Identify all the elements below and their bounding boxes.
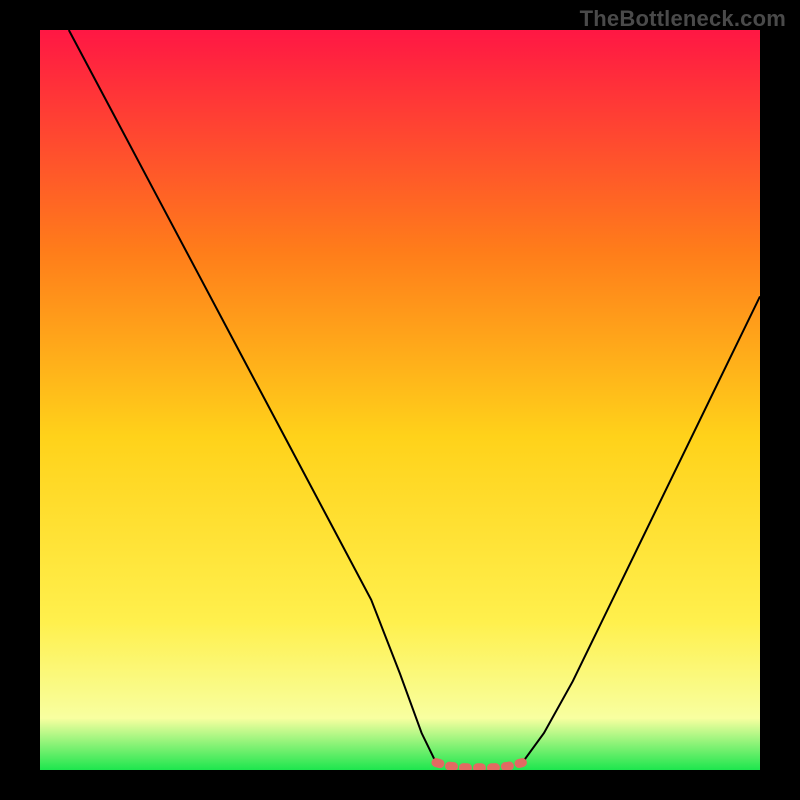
valley-marker-curve <box>436 763 522 768</box>
chart-frame: TheBottleneck.com <box>0 0 800 800</box>
watermark-text: TheBottleneck.com <box>580 6 786 32</box>
plot-area <box>40 30 760 770</box>
left-branch-curve <box>69 30 436 763</box>
curve-layer <box>40 30 760 770</box>
right-branch-curve <box>522 296 760 762</box>
